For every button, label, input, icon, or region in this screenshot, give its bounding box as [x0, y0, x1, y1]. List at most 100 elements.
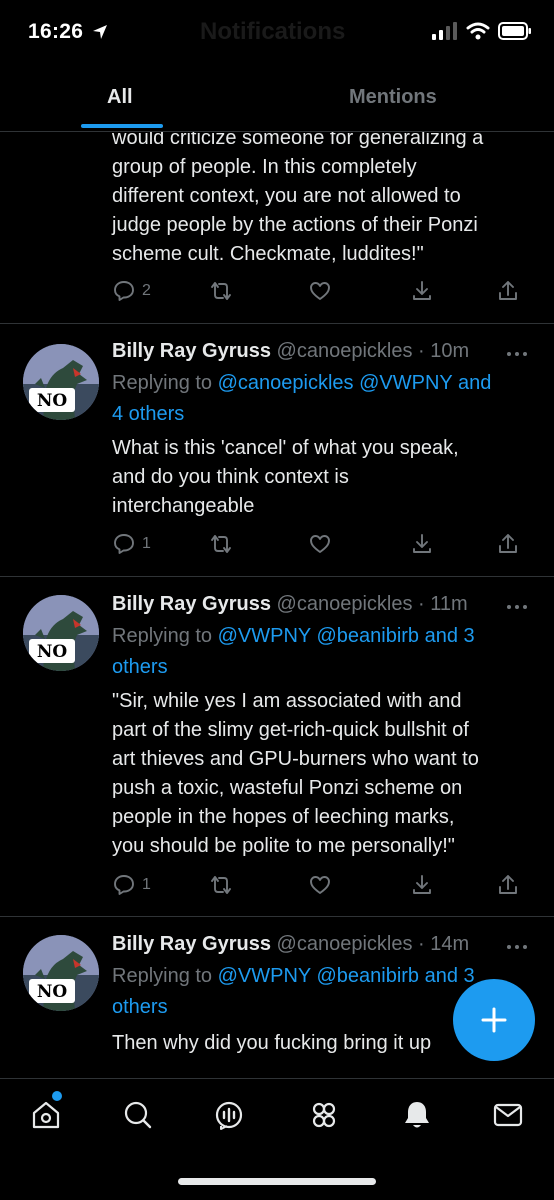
nav-messages[interactable]: [492, 1099, 524, 1136]
mentioned-users[interactable]: @VWPNY @beanibirb and 3: [218, 625, 475, 647]
avatar[interactable]: NO: [23, 935, 99, 1011]
share-button[interactable]: [496, 532, 520, 556]
retweet-icon: [211, 282, 231, 300]
tweet-header: Billy Ray Gyruss @canoepickles · 10m: [112, 340, 532, 363]
ghost-header-title: Notifications: [200, 18, 346, 45]
status-indicators: [432, 22, 532, 40]
heart-icon: [310, 876, 330, 894]
bookmark-button[interactable]: [410, 279, 434, 303]
more-dots-icon: [507, 352, 527, 356]
mentioned-users[interactable]: @canoepickles @VWPNY and: [218, 372, 492, 394]
mentioned-others[interactable]: others: [112, 656, 168, 678]
retweet-icon: [211, 876, 231, 894]
communities-icon: [312, 1102, 336, 1128]
reply-button[interactable]: 1: [112, 873, 151, 897]
replying-to-line: Replying to @VWPNY @beanibirb and 3 othe…: [112, 621, 532, 683]
mentioned-others[interactable]: 4 others: [112, 403, 184, 425]
reply-icon: [114, 875, 134, 895]
avatar[interactable]: NO: [23, 595, 99, 671]
retweet-icon: [211, 535, 231, 553]
replying-to-label: Replying to: [112, 965, 218, 987]
location-arrow-icon: [93, 25, 107, 39]
tab-mentions[interactable]: Mentions: [349, 86, 437, 109]
tweet-item[interactable]: NO Billy Ray Gyruss @canoepickles · 10m …: [0, 324, 554, 577]
tweet-time: · 11m: [418, 593, 468, 615]
reply-icon: [114, 281, 134, 301]
nav-spaces[interactable]: [213, 1099, 245, 1136]
godzilla-avatar-image: NO: [23, 935, 99, 1011]
author-name[interactable]: Billy Ray Gyruss: [112, 933, 271, 955]
tweet-header: Billy Ray Gyruss @canoepickles · 11m: [112, 593, 532, 616]
spaces-icon: [215, 1101, 243, 1130]
notifications-feed[interactable]: would criticize someone for generalizing…: [0, 132, 554, 1078]
like-button[interactable]: [308, 873, 332, 897]
tweet-item[interactable]: NO Billy Ray Gyruss @canoepickles · 11m …: [0, 577, 554, 917]
retweet-button[interactable]: [208, 532, 234, 556]
author-name[interactable]: Billy Ray Gyruss: [112, 340, 271, 362]
search-icon: [124, 1101, 152, 1129]
tweet-actions: 1: [112, 532, 522, 558]
nav-notifications[interactable]: [401, 1099, 433, 1136]
like-button[interactable]: [308, 279, 332, 303]
tweet-text: What is this 'cancel' of what you speak,…: [112, 437, 459, 517]
compose-tweet-button[interactable]: [453, 979, 535, 1061]
heart-icon: [310, 535, 330, 553]
more-dots-icon: [507, 945, 527, 949]
bookmark-button[interactable]: [410, 532, 434, 556]
heart-icon: [310, 282, 330, 300]
home-icon: [32, 1101, 60, 1129]
tweet-time: · 10m: [418, 340, 470, 362]
nav-communities[interactable]: [307, 1099, 341, 1136]
more-options-button[interactable]: [506, 595, 528, 616]
battery-icon: [498, 22, 531, 40]
author-handle[interactable]: @canoepickles: [277, 933, 413, 955]
godzilla-avatar-image: NO: [23, 344, 99, 420]
bookmark-icon: [413, 875, 431, 894]
plus-icon: [481, 1007, 507, 1033]
status-bar: Notifications 16:26: [0, 0, 554, 70]
status-time: 16:26: [28, 20, 84, 43]
tweet-time: · 14m: [418, 933, 470, 955]
share-icon: [499, 875, 517, 894]
share-icon: [499, 534, 517, 553]
avatar-no-sign-text: NO: [37, 391, 68, 411]
mentioned-others[interactable]: others: [112, 996, 168, 1018]
retweet-button[interactable]: [208, 279, 234, 303]
more-options-button[interactable]: [506, 935, 528, 956]
mentioned-users[interactable]: @VWPNY @beanibirb and 3: [218, 965, 475, 987]
share-button[interactable]: [496, 873, 520, 897]
author-handle[interactable]: @canoepickles: [277, 340, 413, 362]
replying-to-label: Replying to: [112, 372, 218, 394]
retweet-button[interactable]: [208, 873, 234, 897]
avatar-no-sign-text: NO: [37, 982, 68, 1002]
tweet-header: Billy Ray Gyruss @canoepickles · 14m: [112, 933, 532, 956]
tweet-item[interactable]: would criticize someone for generalizing…: [0, 132, 554, 324]
reply-button[interactable]: 1: [112, 532, 151, 556]
wifi-icon: [466, 22, 490, 40]
more-dots-icon: [507, 605, 527, 609]
tweet-actions: 2: [112, 279, 522, 305]
share-icon: [499, 281, 517, 300]
nav-home[interactable]: [30, 1099, 62, 1136]
reply-count: 1: [142, 535, 151, 552]
reply-icon: [114, 534, 134, 554]
home-notification-dot: [52, 1091, 62, 1101]
author-name[interactable]: Billy Ray Gyruss: [112, 593, 271, 615]
bookmark-button[interactable]: [410, 873, 434, 897]
messages-mail-icon: [493, 1103, 523, 1127]
avatar[interactable]: NO: [23, 344, 99, 420]
more-options-button[interactable]: [506, 342, 528, 363]
notification-tabs: All Mentions: [0, 70, 554, 132]
godzilla-avatar-image: NO: [23, 595, 99, 671]
tweet-text: would criticize someone for generalizing…: [112, 132, 484, 265]
replying-to-line: Replying to @canoepickles @VWPNY and 4 o…: [112, 368, 532, 430]
active-tab-indicator: [81, 124, 163, 128]
bookmark-icon: [413, 534, 431, 553]
author-handle[interactable]: @canoepickles: [277, 593, 413, 615]
reply-button[interactable]: 2: [112, 279, 151, 303]
avatar-no-sign-text: NO: [37, 642, 68, 662]
share-button[interactable]: [496, 279, 520, 303]
tab-all[interactable]: All: [107, 86, 133, 109]
like-button[interactable]: [308, 532, 332, 556]
nav-search[interactable]: [122, 1099, 154, 1136]
